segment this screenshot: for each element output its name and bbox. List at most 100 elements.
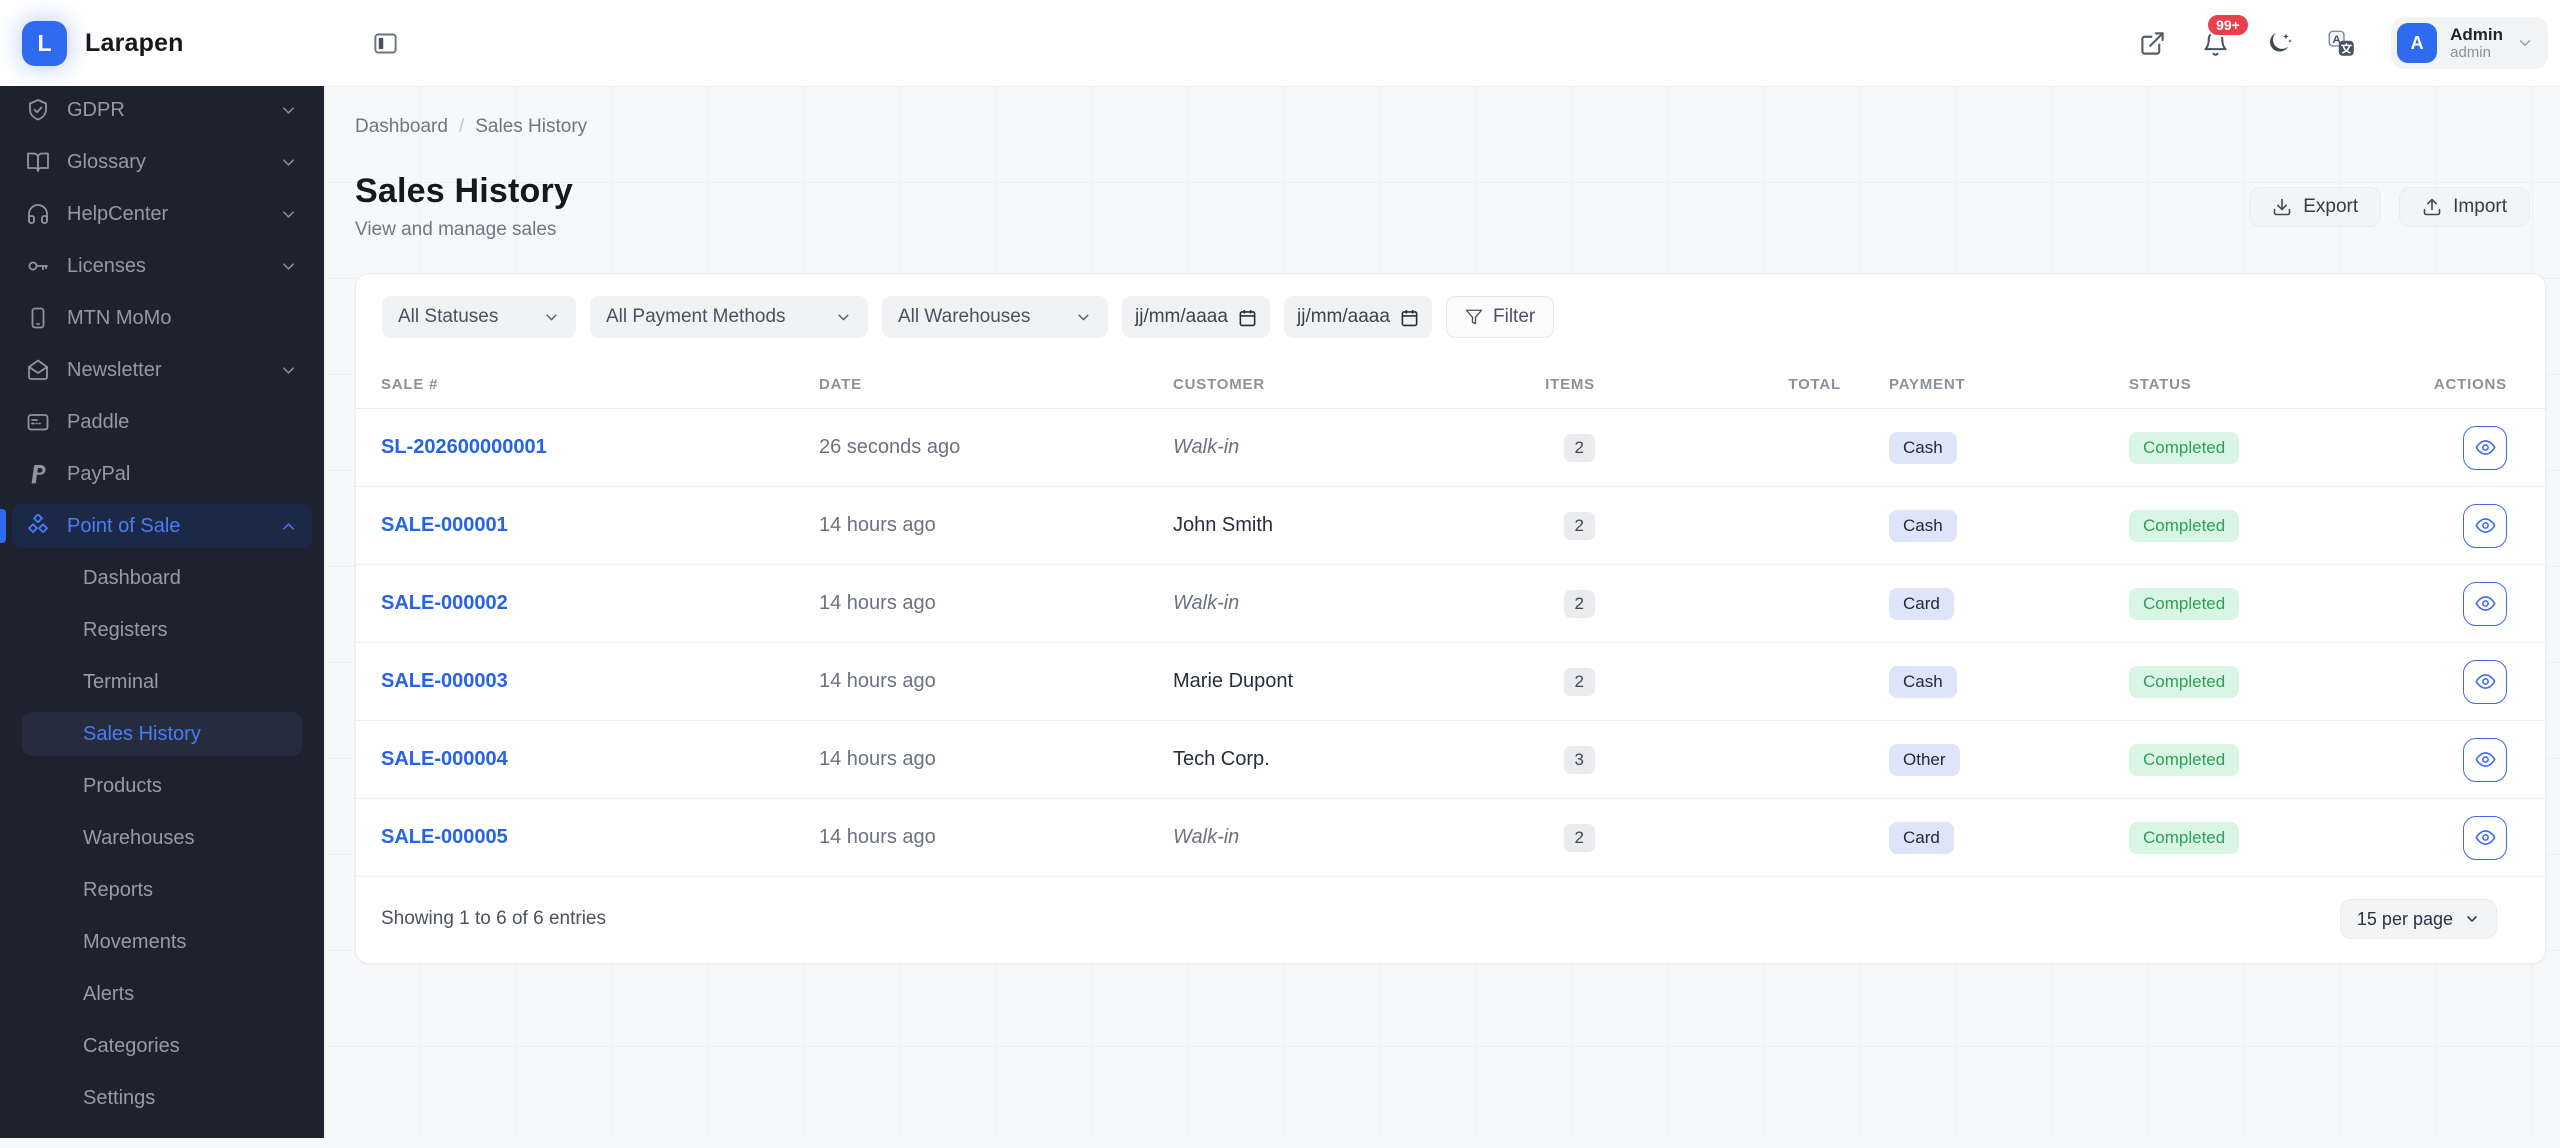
customer-name: Marie Dupont [1173,670,1294,692]
chevron-down-icon [279,153,298,172]
eye-icon [2475,515,2496,536]
moon-icon [2270,32,2292,52]
translate-icon: A [2328,30,2354,56]
date-to-input[interactable]: jj/mm/aaaa [1284,296,1432,338]
view-sale-button[interactable] [2463,581,2507,626]
customer-name: Walk-in [1173,826,1240,848]
sidebar-subitem-terminal[interactable]: Terminal [22,660,302,704]
page-size-select[interactable]: 15 per page [2339,899,2497,939]
view-sale-button[interactable] [2463,659,2507,704]
sidebar-subitem-label: Warehouses [83,826,195,849]
export-button[interactable]: Export [2249,186,2382,227]
calendar-icon[interactable] [1400,308,1419,327]
sidebar-item-helpcenter[interactable]: HelpCenter [12,192,312,236]
dark-mode-toggle[interactable] [2265,30,2292,57]
sidebar-subitem-movements[interactable]: Movements [22,920,302,964]
filter-label: Filter [1493,306,1536,327]
sidebar-item-label: Glossary [67,150,146,173]
sidebar-item-licenses[interactable]: Licenses [12,244,312,288]
open-site-button[interactable] [2139,30,2166,57]
column-header-sale: SALE # [356,360,819,409]
payment-method-badge: Cash [1889,665,1957,698]
sale-number-link[interactable]: SALE-000004 [381,748,508,770]
sidebar-item-mtn-momo[interactable]: MTN MoMo [12,296,312,340]
chevron-down-icon [279,205,298,224]
date-from-input[interactable]: jj/mm/aaaa [1122,296,1270,338]
status-badge: Completed [2129,665,2240,698]
sidebar-item-glossary[interactable]: Glossary [12,140,312,184]
sidebar-subitem-settings[interactable]: Settings [22,1076,302,1120]
sidebar-subitem-products[interactable]: Products [22,764,302,808]
sale-date: 26 seconds ago [819,436,961,458]
import-label: Import [2453,195,2507,217]
status-badge: Completed [2129,743,2240,776]
sidebar-subitem-warehouses[interactable]: Warehouses [22,816,302,860]
sidebar-subitem-label: Registers [83,618,168,641]
customer-name: John Smith [1173,514,1274,536]
sidebar-item-label: Point of Sale [67,514,181,537]
avatar: A [2397,23,2438,63]
app-name: Larapen [85,28,184,57]
view-sale-button[interactable] [2463,737,2507,782]
user-menu[interactable]: A Admin admin [2391,17,2548,69]
sale-number-link[interactable]: SALE-000005 [381,826,508,848]
sidebar-item-gdpr[interactable]: GDPR [12,88,312,132]
funnel-icon [1465,309,1483,325]
notifications-button[interactable]: 99+ [2202,12,2250,57]
notification-badge: 99+ [2206,12,2250,37]
sidebar-subitem-categories[interactable]: Categories [22,1024,302,1068]
view-sale-button[interactable] [2463,425,2507,470]
cubes-icon [26,514,50,538]
shield-check-icon [26,98,50,122]
page-title: Sales History [355,172,574,210]
payment-method-badge: Cash [1889,431,1957,464]
filter-button[interactable]: Filter [1446,296,1555,338]
sidebar-subitem-label: Sales History [83,722,201,745]
main-content: Dashboard / Sales History Sales History … [324,86,2560,1138]
sale-number-link[interactable]: SALE-000003 [381,670,508,692]
view-sale-button[interactable] [2463,503,2507,548]
customer-name: Walk-in [1173,592,1240,614]
paypal-icon [26,462,50,486]
sidebar-item-paypal[interactable]: PayPal [12,452,312,496]
language-switcher[interactable]: A [2328,30,2355,57]
entries-summary: Showing 1 to 6 of 6 entries [381,908,606,929]
status-badge: Completed [2129,509,2240,542]
sidebar-item-paddle[interactable]: Paddle [12,400,312,444]
sidebar-subitem-label: Terminal [83,670,159,693]
status-badge: Completed [2129,821,2240,854]
status-filter-select[interactable]: All Statuses [382,296,576,338]
warehouse-filter-select[interactable]: All Warehouses [882,296,1108,338]
sidebar-subitem-reports[interactable]: Reports [22,868,302,912]
app-logo: L Larapen [0,0,324,86]
items-count-badge: 2 [1563,667,1595,696]
sidebar-subitem-sales-history[interactable]: Sales History [22,712,302,756]
view-sale-button[interactable] [2463,815,2507,860]
sidebar-item-newsletter[interactable]: Newsletter [12,348,312,392]
breadcrumb-separator: / [458,116,465,137]
items-count-badge: 2 [1563,823,1595,852]
eye-icon [2475,749,2496,770]
sale-number-link[interactable]: SALE-000002 [381,592,508,614]
sidebar-item-label: MTN MoMo [67,306,172,329]
sidebar-item-point-of-sale[interactable]: Point of Sale [0,504,312,548]
items-count-badge: 2 [1563,433,1595,462]
sale-number-link[interactable]: SALE-000001 [381,514,508,536]
sidebar-toggle-button[interactable] [372,30,399,57]
sale-number-link[interactable]: SL-202600000001 [381,436,547,458]
sidebar-nav: GDPR Glossary HelpCenter Licenses MTN MoMo Ne… [0,86,324,1148]
download-icon [2273,198,2291,215]
calendar-icon[interactable] [1238,308,1257,327]
sidebar-subitem-dashboard[interactable]: Dashboard [22,556,302,600]
payment-filter-select[interactable]: All Payment Methods [590,296,868,338]
customer-name: Walk-in [1173,436,1240,458]
import-button[interactable]: Import [2399,186,2530,227]
table-row: SL-202600000001 26 seconds ago Walk-in 2 Cas… [356,408,2547,487]
sidebar-subitem-registers[interactable]: Registers [22,608,302,652]
sidebar: L Larapen GDPR Glossary HelpCenter Licenses… [0,0,324,1138]
breadcrumb-dashboard[interactable]: Dashboard [355,116,448,138]
sidebar-subitem-alerts[interactable]: Alerts [22,972,302,1016]
sidebar-subitem-label: Categories [83,1034,180,1057]
status-badge: Completed [2129,431,2240,464]
sale-date: 14 hours ago [819,514,936,536]
